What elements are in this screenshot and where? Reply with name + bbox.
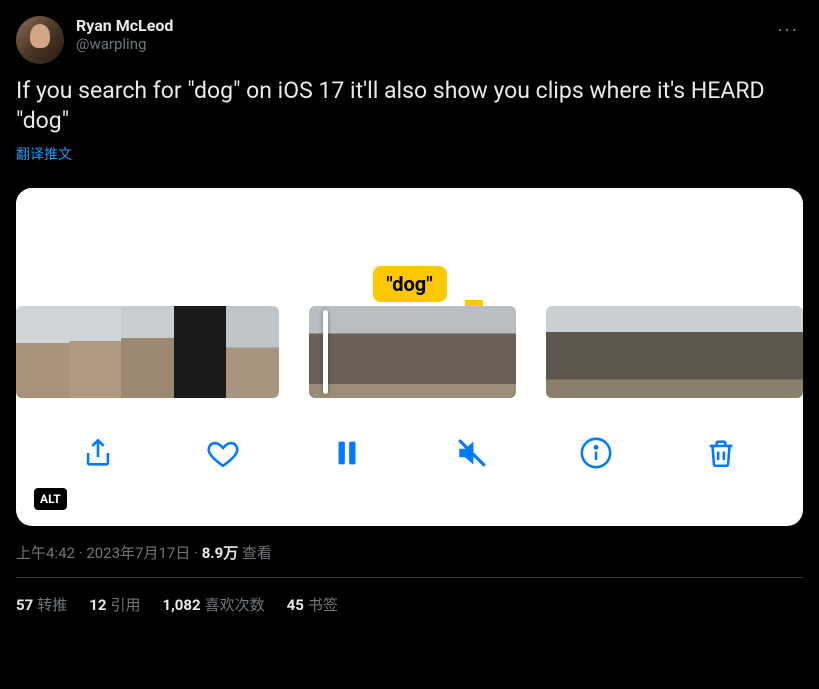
avatar[interactable] (16, 16, 64, 64)
display-name: Ryan McLeod (76, 16, 761, 35)
quotes-label: 引用 (110, 596, 140, 614)
tweet-container: Ryan McLeod @warpling ··· If you search … (0, 0, 819, 631)
media-top-area: "dog" (16, 188, 803, 306)
alt-badge[interactable]: ALT (34, 488, 67, 510)
video-frame (700, 306, 751, 398)
likes-label: 喜欢次数 (205, 596, 265, 614)
translate-link[interactable]: 翻译推文 (16, 144, 72, 164)
bookmarks-count: 45 (287, 596, 304, 614)
pause-icon[interactable] (330, 436, 364, 470)
views-count: 8.9万 (202, 544, 239, 562)
video-frame (174, 306, 227, 398)
video-frame (226, 306, 279, 398)
views-label: 查看 (242, 544, 272, 562)
video-frame (447, 306, 516, 398)
more-button[interactable]: ··· (773, 16, 803, 44)
bookmarks-label: 书签 (308, 596, 338, 614)
likes-stat[interactable]: 1,082 喜欢次数 (162, 594, 264, 615)
media-toolbar (16, 398, 803, 508)
video-frame (69, 306, 122, 398)
quotes-stat[interactable]: 12引用 (89, 594, 140, 615)
tweet-text: If you search for "dog" on iOS 17 it'll … (16, 76, 803, 136)
quotes-count: 12 (89, 596, 106, 614)
tweet-stats: 57转推 12引用 1,082 喜欢次数 45书签 (16, 578, 803, 631)
video-frame (649, 306, 700, 398)
clip-group[interactable] (309, 306, 516, 398)
bookmarks-stat[interactable]: 45书签 (287, 594, 338, 615)
trash-icon[interactable] (704, 436, 738, 470)
video-frame (16, 306, 69, 398)
retweets-count: 57 (16, 596, 33, 614)
user-handle: @warpling (76, 35, 761, 53)
timeline-marker (465, 300, 483, 306)
heart-icon[interactable] (206, 436, 240, 470)
video-filmstrip[interactable] (16, 306, 803, 398)
search-term-label: "dog" (372, 266, 446, 302)
playhead-indicator[interactable] (323, 310, 328, 394)
media-attachment[interactable]: "dog" (16, 188, 803, 526)
tweet-date[interactable]: 2023年7月17日 (86, 544, 190, 562)
video-frame (309, 306, 378, 398)
video-frame (752, 306, 803, 398)
clip-group[interactable] (16, 306, 279, 398)
video-frame (598, 306, 649, 398)
user-info[interactable]: Ryan McLeod @warpling (76, 16, 761, 53)
share-icon[interactable] (81, 436, 115, 470)
likes-count: 1,082 (162, 596, 200, 614)
mute-icon[interactable] (455, 436, 489, 470)
info-icon[interactable] (579, 436, 613, 470)
retweets-stat[interactable]: 57转推 (16, 594, 67, 615)
video-frame (546, 306, 597, 398)
tweet-time[interactable]: 上午4:42 (16, 544, 75, 562)
retweets-label: 转推 (37, 596, 67, 614)
clip-group[interactable] (546, 306, 803, 398)
tweet-header: Ryan McLeod @warpling ··· (16, 16, 803, 64)
video-frame (121, 306, 174, 398)
tweet-meta: 上午4:42 · 2023年7月17日 · 8.9万 查看 (16, 542, 803, 578)
video-frame (378, 306, 447, 398)
